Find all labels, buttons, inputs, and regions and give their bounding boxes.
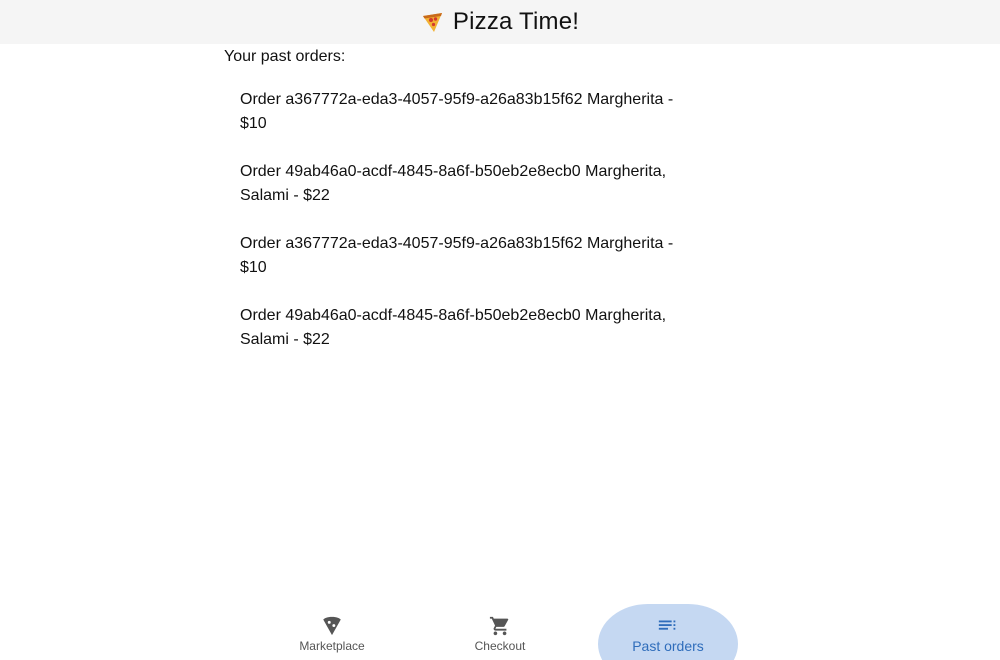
shopping-cart-icon	[489, 616, 509, 636]
order-list: Order a367772a-eda3-4057-95f9-a26a83b15f…	[224, 88, 694, 352]
past-orders-panel: Your past orders: Order a367772a-eda3-40…	[224, 46, 694, 376]
order-item: Order a367772a-eda3-4057-95f9-a26a83b15f…	[240, 235, 674, 276]
order-item: Order 49ab46a0-acdf-4845-8a6f-b50eb2e8ec…	[240, 307, 667, 348]
nav-label: Checkout	[474, 639, 526, 653]
header-title-group: Pizza Time!	[421, 8, 579, 36]
section-title: Your past orders:	[224, 48, 346, 65]
nav-label: Past orders	[632, 638, 704, 654]
app-header: Pizza Time!	[0, 0, 1000, 44]
nav-item-checkout[interactable]: Checkout	[430, 604, 570, 660]
nav-item-past-orders[interactable]: Past orders	[598, 604, 738, 660]
nav-item-marketplace[interactable]: Marketplace	[262, 604, 402, 660]
app-title: Pizza Time!	[452, 8, 580, 35]
bottom-navigation: Marketplace Checkout Past orders	[0, 604, 1000, 660]
pizza-slice-icon	[323, 616, 341, 636]
pizza-slice-icon	[422, 13, 442, 32]
order-item: Order 49ab46a0-acdf-4845-8a6f-b50eb2e8ec…	[240, 163, 667, 204]
nav-label: Marketplace	[299, 639, 365, 653]
order-item: Order a367772a-eda3-4057-95f9-a26a83b15f…	[240, 91, 674, 132]
list-icon	[658, 620, 676, 630]
